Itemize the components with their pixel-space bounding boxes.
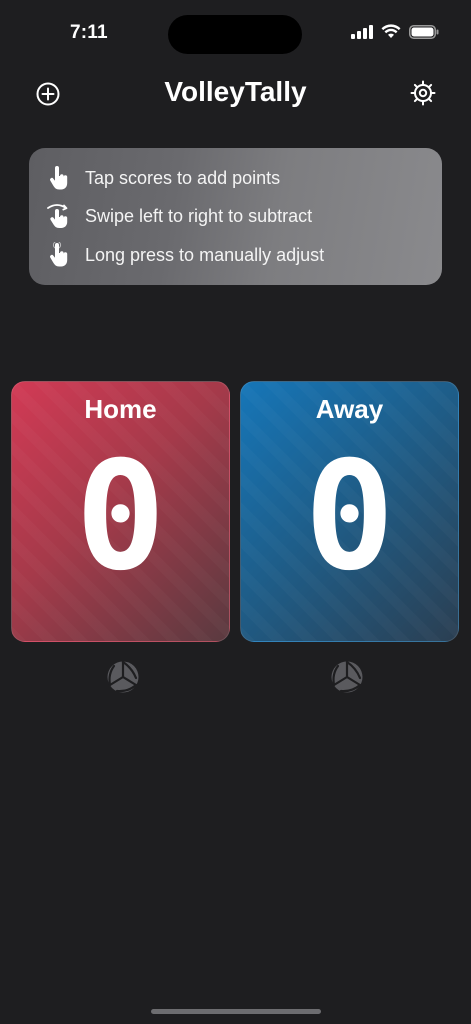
instruction-text: Long press to manually adjust — [85, 244, 325, 265]
instruction-swipe: Swipe left to right to subtract — [47, 203, 312, 229]
tap-hand-icon — [50, 166, 68, 190]
home-indicator-bar[interactable] — [151, 1009, 321, 1014]
instructions-card: Tap scores to add points Swipe left to r… — [29, 148, 442, 285]
away-serve-volleyball-icon[interactable] — [330, 660, 364, 694]
page-title: VolleyTally — [164, 76, 307, 107]
instruction-text: Tap scores to add points — [85, 167, 281, 188]
instruction-text: Swipe left to right to subtract — [85, 205, 313, 226]
cellular-signal-icon — [351, 24, 373, 39]
instruction-long-press: Long press to manually adjust — [47, 242, 324, 268]
home-team-name: Home — [84, 394, 157, 424]
instruction-tap: Tap scores to add points — [47, 165, 280, 191]
gear-icon — [410, 80, 436, 106]
battery-icon — [409, 24, 439, 39]
status-icons — [351, 24, 439, 39]
app-header: VolleyTally — [0, 70, 471, 118]
swipe-hand-icon — [47, 204, 68, 228]
away-score-card[interactable]: Away 0 — [240, 381, 459, 642]
home-serve-volleyball-icon[interactable] — [106, 660, 140, 694]
status-bar: 7:11 — [0, 0, 471, 60]
away-team-name: Away — [315, 394, 384, 424]
settings-button[interactable] — [409, 79, 437, 107]
away-score[interactable]: 0 — [241, 442, 458, 592]
status-time: 7:11 — [70, 22, 108, 43]
dynamic-island — [168, 15, 302, 54]
long-press-hand-icon — [50, 242, 68, 267]
wifi-icon — [381, 24, 401, 38]
home-score[interactable]: 0 — [12, 442, 229, 592]
home-score-card[interactable]: Home 0 — [11, 381, 230, 642]
